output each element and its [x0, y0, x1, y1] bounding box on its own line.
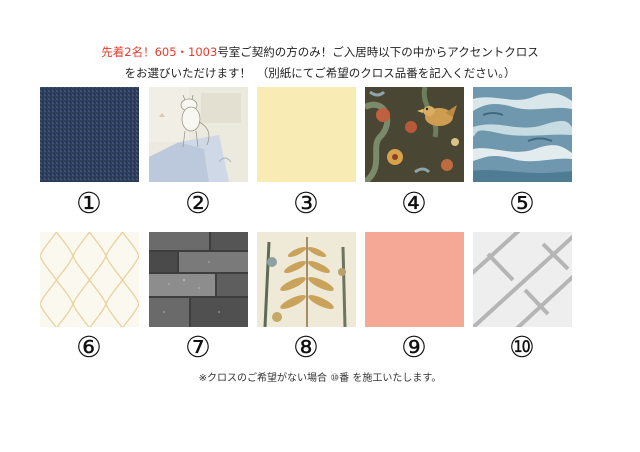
swatch-2-moomin — [149, 87, 248, 182]
swatch-7-grey-stone — [149, 232, 248, 327]
swatch-number-6: ⑥ — [76, 330, 102, 364]
header-line-1: 先着2名！605・1003号室ご契約の方のみ！ご入居時以下の中からアクセントクロ… — [0, 42, 640, 63]
swatch-number-7: ⑦ — [185, 330, 211, 364]
swatch-number-1: ① — [76, 186, 102, 220]
header-line-2: をお選びいただけます！ （別紙にてご希望のクロス品番を記入ください。） — [124, 66, 516, 80]
swatch-5-blue-watercolor — [473, 87, 572, 182]
swatch-4-bird-floral — [365, 87, 464, 182]
swatch-number-10: ⑩ — [509, 330, 535, 364]
swatch-9-salmon-pink — [365, 232, 464, 327]
swatch-1-navy-fabric — [40, 87, 139, 182]
swatch-6-ivory-lattice — [40, 232, 139, 327]
swatch-number-5: ⑤ — [509, 186, 535, 220]
header-line-1-rest: 号室ご契約の方のみ！ご入居時以下の中からアクセントクロス — [217, 45, 539, 59]
header-red-prefix: 先着2名！605・1003 — [101, 45, 218, 59]
swatch-number-3: ③ — [293, 186, 319, 220]
swatch-number-4: ④ — [401, 186, 427, 220]
swatch-3-cream — [257, 87, 356, 182]
swatch-10-herringbone-tile — [473, 232, 572, 327]
default-choice-footnote: ※クロスのご希望がない場合 ⑩番 を施工いたします。 — [198, 373, 442, 384]
swatch-number-2: ② — [185, 186, 211, 220]
swatch-number-9: ⑨ — [401, 330, 427, 364]
swatch-number-8: ⑧ — [293, 330, 319, 364]
offer-header: 先着2名！605・1003号室ご契約の方のみ！ご入居時以下の中からアクセントクロ… — [0, 42, 640, 84]
swatch-8-fern-botanical — [257, 232, 356, 327]
